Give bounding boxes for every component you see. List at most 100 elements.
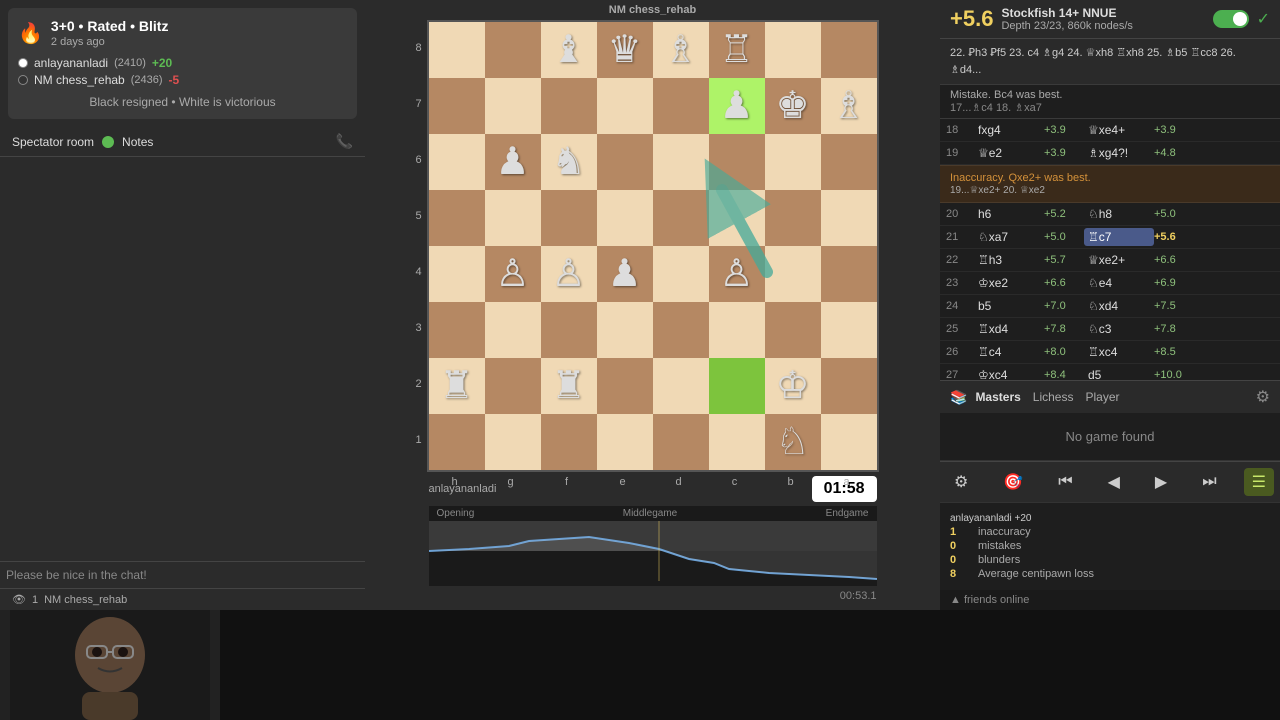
move-row[interactable]: 21 ♘xa7 +5.0 ♖c7 +5.6 [940,226,1280,249]
square-2-6[interactable] [765,134,821,190]
move-black[interactable]: ♕xe2+ [1084,251,1154,269]
db-settings-icon[interactable]: ⚙ [1256,387,1270,407]
square-4-0[interactable] [429,246,485,302]
square-4-3[interactable]: ♟ [597,246,653,302]
engine-toggle[interactable] [1213,10,1249,28]
move-white[interactable]: ♖c4 [974,343,1044,361]
square-0-5[interactable]: ♖ [709,22,765,78]
square-0-3[interactable]: ♛ [597,22,653,78]
square-2-7[interactable] [821,134,877,190]
square-1-5[interactable]: ♟ [709,78,765,134]
move-black[interactable]: d5 [1084,366,1154,380]
square-0-4[interactable]: ♗ [653,22,709,78]
square-5-3[interactable] [597,302,653,358]
move-black[interactable]: ♖c7 [1084,228,1154,246]
db-tab-masters[interactable]: Masters [975,390,1020,404]
square-5-4[interactable] [653,302,709,358]
square-0-6[interactable] [765,22,821,78]
move-black[interactable]: ♖xc4 [1084,343,1154,361]
square-5-5[interactable] [709,302,765,358]
square-2-1[interactable]: ♟ [485,134,541,190]
square-7-5[interactable] [709,414,765,470]
square-1-0[interactable] [429,78,485,134]
move-row[interactable]: 26 ♖c4 +8.0 ♖xc4 +8.5 [940,341,1280,364]
square-3-1[interactable] [485,190,541,246]
square-4-1[interactable]: ♙ [485,246,541,302]
square-5-1[interactable] [485,302,541,358]
square-2-5[interactable] [709,134,765,190]
square-5-2[interactable] [541,302,597,358]
prev-move-btn[interactable]: ◀ [1100,468,1128,496]
square-6-0[interactable]: ♜ [429,358,485,414]
square-6-4[interactable] [653,358,709,414]
square-7-7[interactable] [821,414,877,470]
move-row[interactable]: 23 ♔xe2 +6.6 ♘e4 +6.9 [940,272,1280,295]
move-white[interactable]: fxg4 [974,121,1044,139]
square-5-6[interactable] [765,302,821,358]
square-3-3[interactable] [597,190,653,246]
square-3-0[interactable] [429,190,485,246]
square-4-7[interactable] [821,246,877,302]
db-tab-lichess[interactable]: Lichess [1033,390,1074,404]
move-row[interactable]: 24 b5 +7.0 ♘xd4 +7.5 [940,295,1280,318]
square-7-2[interactable] [541,414,597,470]
square-1-7[interactable]: ♗ [821,78,877,134]
square-4-5[interactable]: ♙ [709,246,765,302]
move-row[interactable]: 19 ♕e2 +3.9 ♗xg4?! +4.8 [940,142,1280,165]
square-3-5[interactable] [709,190,765,246]
move-black[interactable]: ♘e4 [1084,274,1154,292]
square-7-3[interactable] [597,414,653,470]
engine-toggle-btn[interactable]: ⚙ [946,468,976,496]
square-6-6[interactable]: ♔ [765,358,821,414]
square-6-3[interactable] [597,358,653,414]
list-btn[interactable]: ☰ [1244,468,1274,496]
square-3-4[interactable] [653,190,709,246]
move-white[interactable]: ♖xd4 [974,320,1044,338]
square-2-2[interactable]: ♞ [541,134,597,190]
db-tab-player[interactable]: Player [1085,390,1119,404]
square-3-6[interactable] [765,190,821,246]
square-7-0[interactable] [429,414,485,470]
move-black[interactable]: ♕xe4+ [1084,121,1154,139]
last-move-btn[interactable]: ⏭ [1194,469,1224,495]
move-row[interactable]: 27 ♔xc4 +8.4 d5 +10.0 [940,364,1280,380]
square-1-6[interactable]: ♚ [765,78,821,134]
move-row[interactable]: 18 fxg4 +3.9 ♕xe4+ +3.9 [940,119,1280,142]
square-7-1[interactable] [485,414,541,470]
move-white[interactable]: ♔xe2 [974,274,1044,292]
move-row[interactable]: 25 ♖xd4 +7.8 ♘c3 +7.8 [940,318,1280,341]
square-1-1[interactable] [485,78,541,134]
move-row[interactable]: 22 ♖h3 +5.7 ♕xe2+ +6.6 [940,249,1280,272]
move-white[interactable]: h6 [974,205,1044,223]
square-2-4[interactable] [653,134,709,190]
square-7-6[interactable]: ♘ [765,414,821,470]
move-white[interactable]: ♔xc4 [974,366,1044,380]
move-black[interactable]: ♗xg4?! [1084,144,1154,162]
square-1-4[interactable] [653,78,709,134]
square-2-3[interactable] [597,134,653,190]
square-6-5[interactable] [709,358,765,414]
square-4-2[interactable]: ♙ [541,246,597,302]
move-black[interactable]: ♘xd4 [1084,297,1154,315]
square-5-7[interactable] [821,302,877,358]
target-btn[interactable]: 🎯 [995,468,1031,496]
move-white[interactable]: ♘xa7 [974,228,1044,246]
square-0-7[interactable] [821,22,877,78]
notes-button[interactable]: Notes [122,135,153,149]
move-white[interactable]: b5 [974,297,1044,315]
square-6-1[interactable] [485,358,541,414]
phone-icon[interactable]: 📞 [336,133,353,150]
first-move-btn[interactable]: ⏮ [1050,469,1080,495]
square-6-7[interactable] [821,358,877,414]
square-0-1[interactable] [485,22,541,78]
square-1-2[interactable] [541,78,597,134]
next-move-btn[interactable]: ▶ [1147,468,1175,496]
square-4-4[interactable] [653,246,709,302]
square-0-0[interactable] [429,22,485,78]
move-black[interactable]: ♘c3 [1084,320,1154,338]
square-3-2[interactable] [541,190,597,246]
square-2-0[interactable] [429,134,485,190]
move-black[interactable]: ♘h8 [1084,205,1154,223]
square-6-2[interactable]: ♜ [541,358,597,414]
friends-bar[interactable]: ▲ friends online [940,590,1280,610]
